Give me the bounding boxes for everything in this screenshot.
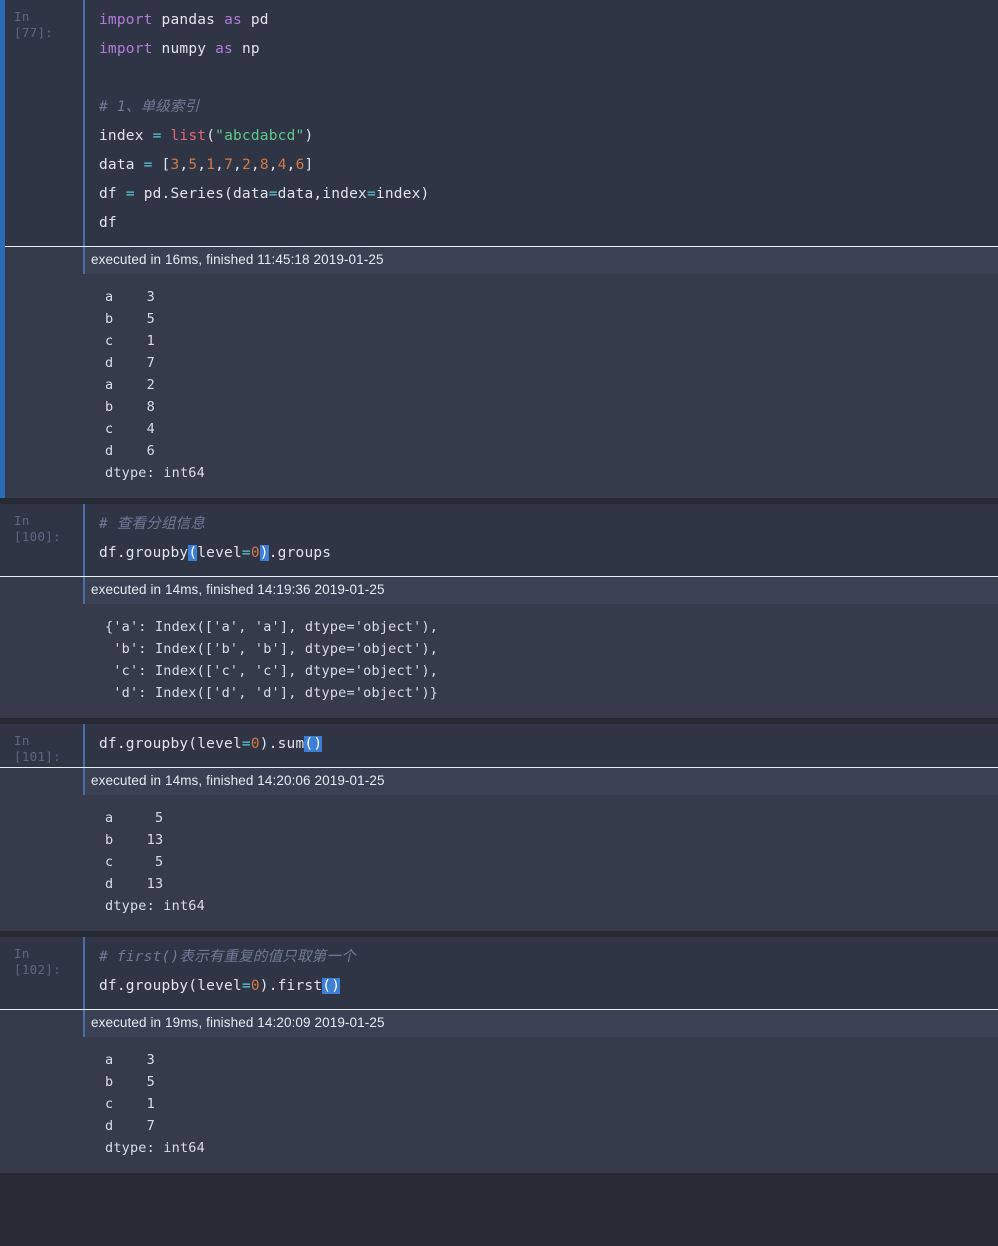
cell-output-row: a 3 b 5 c 1 d 7 dtype: int64	[0, 1037, 998, 1173]
code-content[interactable]: import pandas as pd import numpy as np #…	[99, 6, 998, 238]
output-text: a 5 b 13 c 5 d 13 dtype: int64	[105, 810, 205, 914]
output-body: a 3 b 5 c 1 d 7 dtype: int64	[83, 1037, 998, 1173]
cell-input-row: In [77]: import pandas as pd import nump…	[0, 0, 998, 246]
cell-output-row: {'a': Index(['a', 'a'], dtype='object'),…	[0, 604, 998, 718]
cell-output-row: a 5 b 13 c 5 d 13 dtype: int64	[0, 795, 998, 931]
code-editor[interactable]: df.groupby(level=0).sum()	[83, 724, 998, 767]
cell-execution-bar: executed in 16ms, finished 11:45:18 2019…	[0, 246, 998, 274]
code-content[interactable]: # first()表示有重复的值只取第一个 df.groupby(level=0…	[99, 943, 998, 1001]
code-editor[interactable]: # 查看分组信息 df.groupby(level=0).groups	[83, 504, 998, 576]
cell-execution-bar: executed in 19ms, finished 14:20:09 2019…	[0, 1009, 998, 1037]
exec-gutter	[0, 577, 83, 604]
execution-info: executed in 14ms, finished 14:19:36 2019…	[83, 577, 998, 604]
cell-prompt-label: In [101]:	[14, 733, 61, 764]
cell-input-row: In [102]: # first()表示有重复的值只取第一个 df.group…	[0, 937, 998, 1009]
exec-gutter	[0, 247, 83, 274]
cell-input-row: In [101]: df.groupby(level=0).sum()	[0, 724, 998, 767]
cell-prompt-label: In [77]:	[14, 9, 54, 40]
cell-output-row: a 3 b 5 c 1 d 7 a 2 b 8 c 4 d 6 dtype: i…	[0, 274, 998, 498]
cell-input-row: In [100]: # 查看分组信息 df.groupby(level=0).g…	[0, 504, 998, 576]
notebook: In [77]: import pandas as pd import nump…	[0, 0, 998, 1187]
execution-info: executed in 19ms, finished 14:20:09 2019…	[83, 1010, 998, 1037]
execution-info: executed in 16ms, finished 11:45:18 2019…	[83, 247, 998, 274]
output-text: a 3 b 5 c 1 d 7 dtype: int64	[105, 1052, 205, 1156]
cell-execution-bar: executed in 14ms, finished 14:19:36 2019…	[0, 576, 998, 604]
page-bottom-spacer	[0, 1173, 998, 1187]
output-text: {'a': Index(['a', 'a'], dtype='object'),…	[105, 619, 439, 701]
code-editor[interactable]: import pandas as pd import numpy as np #…	[83, 0, 998, 246]
code-editor[interactable]: # first()表示有重复的值只取第一个 df.groupby(level=0…	[83, 937, 998, 1009]
cell-prompt-label: In [102]:	[14, 946, 61, 977]
output-body: a 5 b 13 c 5 d 13 dtype: int64	[83, 795, 998, 931]
code-content[interactable]: # 查看分组信息 df.groupby(level=0).groups	[99, 510, 998, 568]
notebook-cell[interactable]: In [102]: # first()表示有重复的值只取第一个 df.group…	[0, 937, 998, 1173]
output-text: a 3 b 5 c 1 d 7 a 2 b 8 c 4 d 6 dtype: i…	[105, 289, 205, 481]
output-body: {'a': Index(['a', 'a'], dtype='object'),…	[83, 604, 998, 718]
cell-execution-bar: executed in 14ms, finished 14:20:06 2019…	[0, 767, 998, 795]
output-body: a 3 b 5 c 1 d 7 a 2 b 8 c 4 d 6 dtype: i…	[83, 274, 998, 498]
exec-gutter	[0, 1010, 83, 1037]
code-content[interactable]: df.groupby(level=0).sum()	[99, 730, 998, 759]
cell-prompt-label: In [100]:	[14, 513, 61, 544]
execution-info: executed in 14ms, finished 14:20:06 2019…	[83, 768, 998, 795]
exec-gutter	[0, 768, 83, 795]
notebook-cell[interactable]: In [77]: import pandas as pd import nump…	[0, 0, 998, 498]
notebook-cell[interactable]: In [100]: # 查看分组信息 df.groupby(level=0).g…	[0, 504, 998, 718]
cell-selection-bar	[0, 0, 5, 498]
notebook-cell[interactable]: In [101]: df.groupby(level=0).sum() exec…	[0, 724, 998, 931]
